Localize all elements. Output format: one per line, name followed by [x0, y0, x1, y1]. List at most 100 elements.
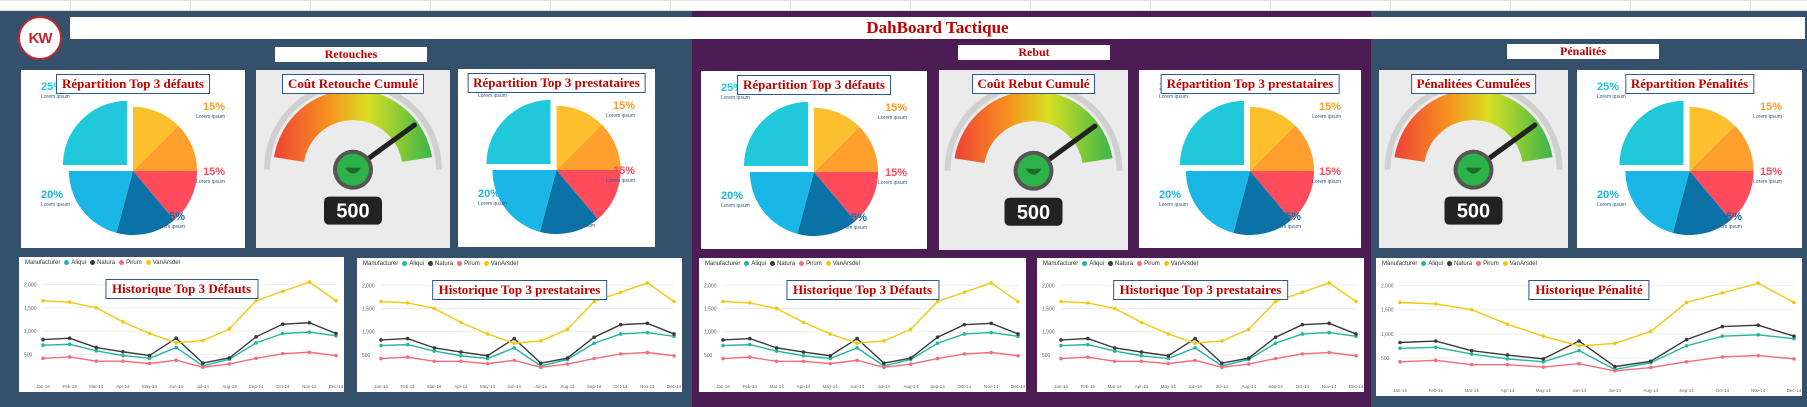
data-point [405, 342, 410, 347]
pie-value-label: 15% [1760, 101, 1782, 113]
gauge-chart: 500 [1384, 80, 1563, 225]
y-tick-label: 2,000 [362, 283, 375, 289]
data-point [882, 361, 886, 365]
x-tick-label: Aug-14 [903, 384, 918, 389]
data-point [1613, 364, 1617, 369]
legend-dot [90, 260, 96, 265]
x-tick-label: Nov-14 [640, 384, 655, 389]
data-point [1505, 357, 1510, 361]
chart-legend: Manufacturer Aliqui Natura Pirum VanArsdel [25, 260, 180, 266]
data-point [539, 365, 543, 370]
legend-dot [119, 260, 125, 265]
data-point [1016, 299, 1020, 304]
data-point [1059, 299, 1063, 304]
legend-item: VanArsdel [1509, 261, 1537, 268]
pie-value-label: 15% [163, 211, 185, 223]
data-point [201, 361, 205, 365]
data-point [962, 332, 967, 336]
legend-item: Aliqui [751, 261, 767, 268]
pie-slice [1179, 100, 1244, 165]
data-point [1577, 348, 1581, 353]
dashboard-title: DahBoard Tactique [866, 18, 1009, 37]
panel-title: Répartition Top 3 défauts [737, 75, 891, 95]
data-point [1648, 365, 1653, 370]
x-tick-label: Feb-14 [401, 384, 416, 389]
x-tick-label: Oct-14 [276, 384, 290, 389]
data-point [618, 352, 623, 356]
x-tick-label: Apr-14 [1501, 388, 1515, 393]
data-point [1684, 344, 1689, 348]
pie-sub-label: Lorem ipsum [878, 180, 907, 186]
x-tick-label: Dec-14 [1349, 384, 1364, 389]
x-tick-label: Nov-14 [984, 384, 999, 389]
line-chart: 2,000 1,500 1,000 500 Jan-14 Feb-14 Mar-14 Apr-… [24, 280, 344, 389]
legend-item: Pirum [1483, 261, 1499, 268]
x-tick-label: May-14 [480, 384, 496, 389]
legend-dot [799, 261, 805, 266]
data-point [1434, 345, 1438, 350]
data-point [1577, 344, 1581, 348]
pie-sub-label: Lorem ipsum [878, 115, 907, 121]
y-tick-label: 1,500 [24, 306, 37, 312]
legend-title: Manufacturer [25, 260, 61, 267]
data-point [748, 336, 752, 341]
pie-value-label: 15% [885, 102, 907, 114]
data-point [432, 346, 437, 350]
data-point [432, 359, 437, 364]
line-panel-ret-defauts: 2,000 1,500 1,000 500 Jan-14 Feb-14 Mar-14 Apr-… [19, 257, 344, 392]
data-point [174, 345, 178, 350]
legend-dot [770, 261, 776, 266]
data-point [1059, 338, 1063, 342]
data-point [1505, 322, 1510, 326]
data-point [307, 350, 312, 355]
data-point [1541, 334, 1546, 339]
data-point [94, 345, 99, 350]
data-point [645, 350, 650, 355]
x-tick-label: Aug-14 [222, 384, 237, 389]
chart-legend: Manufacturer Aliqui Natura Pirum VanArsdel [1043, 261, 1198, 267]
data-point [67, 355, 72, 359]
pie-sub-label: Lorem ipsum [1272, 224, 1301, 230]
data-point [1327, 321, 1331, 326]
data-point [512, 336, 516, 341]
pie-value-label: 20% [1159, 189, 1181, 201]
data-point [280, 322, 285, 326]
data-point [41, 337, 45, 342]
data-point [565, 327, 570, 332]
data-point [334, 353, 338, 358]
pie-slice [62, 100, 127, 165]
pie-sub-label: Lorem ipsum [156, 224, 185, 230]
data-point [721, 343, 725, 348]
pie-sub-label: Lorem ipsum [478, 201, 507, 207]
data-point [565, 362, 570, 366]
pie-chart: 25%Lorem ipsum15%Lorem ipsum15%Lorem ips… [1159, 81, 1341, 236]
x-tick-label: Jun-14 [507, 384, 521, 389]
data-point [721, 299, 725, 304]
pie-sub-label: Lorem ipsum [478, 93, 507, 99]
y-tick-label: 2,000 [24, 282, 37, 288]
legend-title: Manufacturer [363, 261, 399, 268]
data-point [201, 338, 205, 343]
pie-sub-label: Lorem ipsum [566, 223, 595, 229]
pie-panel-ret-defauts: 25% Lorem ipsum 15% Lorem ipsum 15% Lorem ips… [21, 70, 245, 248]
y-tick-label: 500 [1381, 356, 1390, 362]
x-tick-label: Apr-14 [797, 384, 811, 389]
data-point [1246, 356, 1251, 360]
data-point [855, 346, 859, 350]
x-tick-label: Oct-14 [614, 384, 628, 389]
data-point [774, 359, 779, 364]
data-point [1193, 336, 1197, 341]
data-point [1139, 359, 1144, 364]
data-point [405, 301, 410, 305]
x-tick-label: Jan-14 [716, 384, 730, 389]
pie-panel-reb-defauts: 25% Lorem ipsum 15% Lorem ipsum 15% Lorem ips… [701, 71, 927, 249]
data-point [67, 300, 72, 304]
data-point [1398, 359, 1402, 364]
line-panel-pen: 2,000 1,500 1,000 500 Jan-14 Feb-14 Mar-14 Apr-… [1376, 258, 1802, 396]
data-point [1684, 337, 1689, 342]
gauge-value-label: 500 [1457, 201, 1490, 223]
data-point [405, 336, 410, 341]
x-tick-label: Jun-14 [169, 384, 183, 389]
data-point [1300, 352, 1305, 356]
legend-item: Natura [435, 261, 454, 268]
